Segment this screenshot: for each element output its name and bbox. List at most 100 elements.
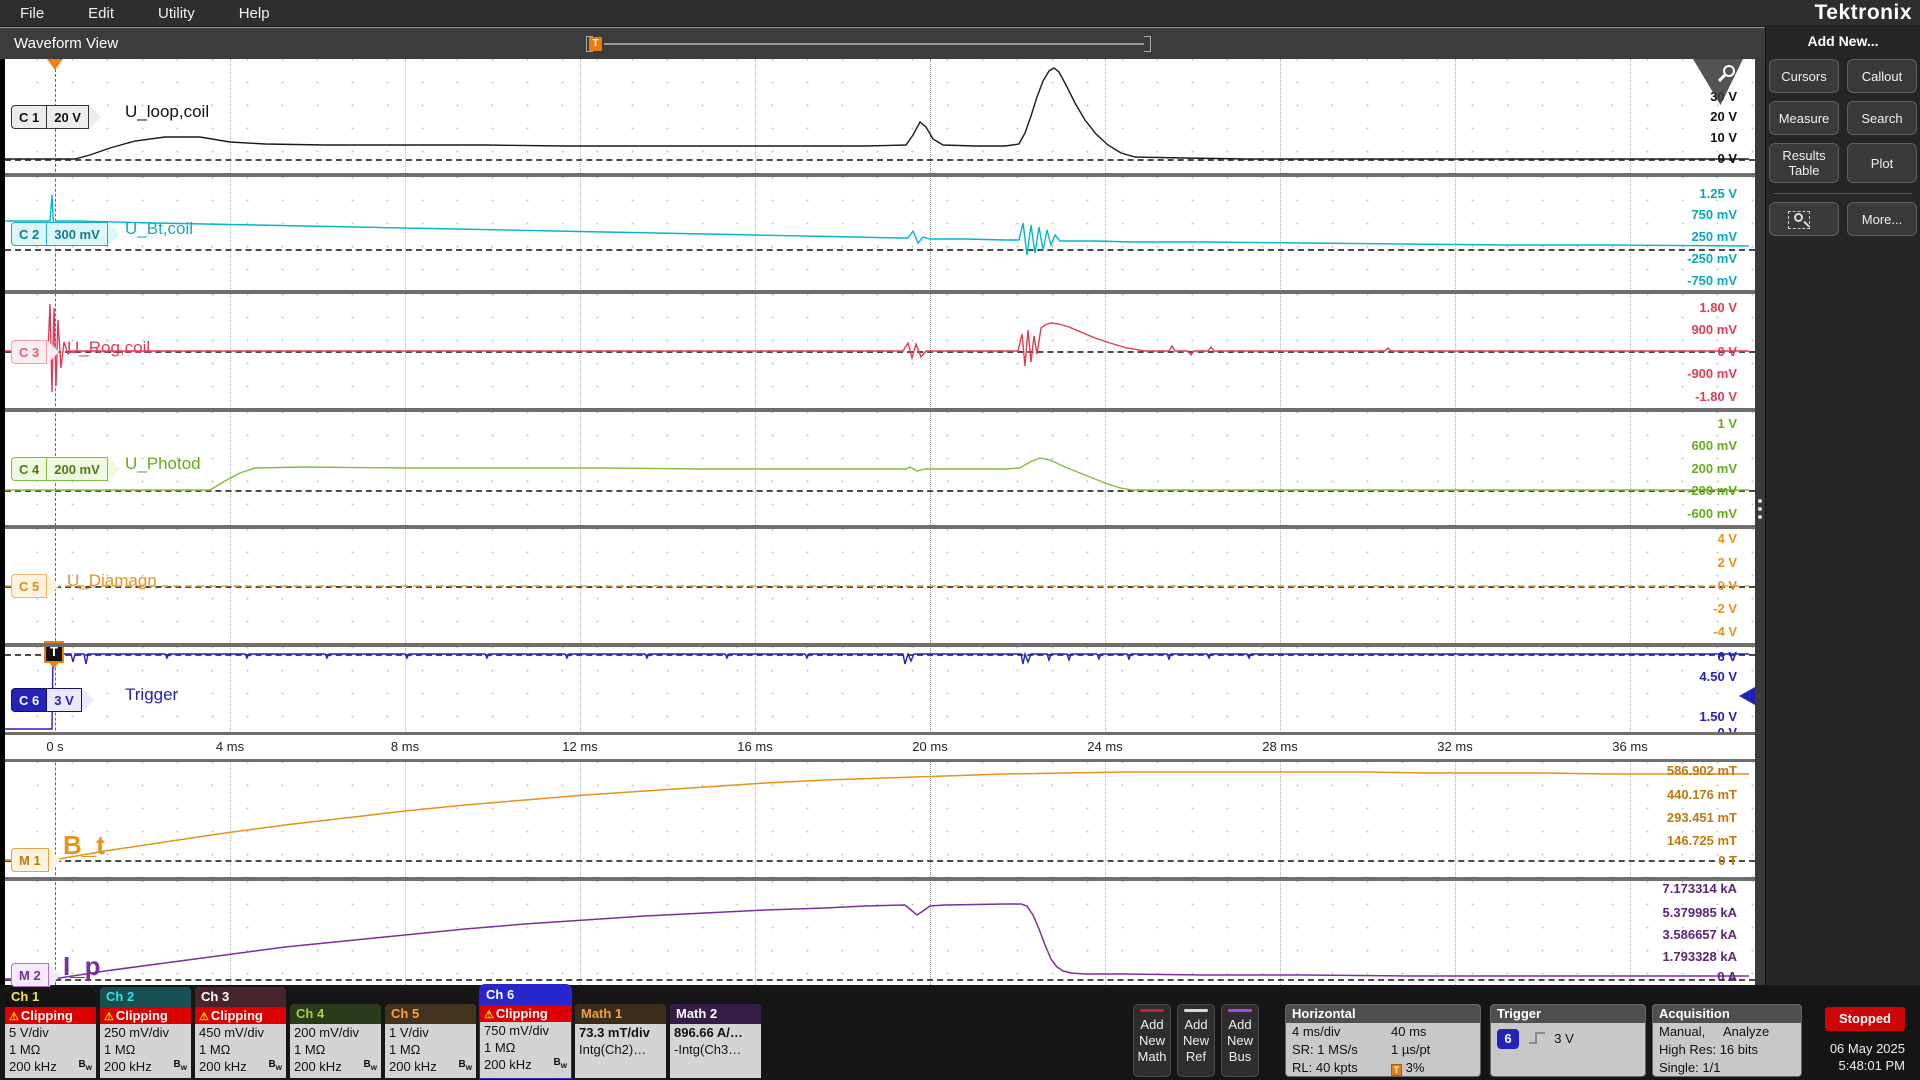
- trigger-flag-icon: T: [1391, 1064, 1402, 1076]
- add-new-math-button[interactable]: Add New Math: [1133, 1004, 1171, 1077]
- menu-file[interactable]: File: [20, 5, 44, 22]
- math1-scale-label: 586.902 mT: [1667, 763, 1737, 778]
- ch1-badge[interactable]: C 1 20 V: [11, 105, 101, 129]
- plot-button[interactable]: Plot: [1847, 143, 1917, 183]
- ch4-trace: [5, 458, 1749, 490]
- math2-label[interactable]: I_p: [63, 951, 101, 982]
- time-tick: 28 ms: [1262, 739, 1297, 754]
- rising-edge-icon: [1527, 1030, 1547, 1046]
- ch6-label[interactable]: Trigger: [125, 685, 178, 705]
- math1-expression: Intg(Ch2)…: [575, 1041, 666, 1058]
- slot-ch4: C 4 200 mV U_Photod 1 V 600 mV 200 mV -2…: [5, 412, 1755, 525]
- math2-scale-label: 1.793328 kA: [1663, 949, 1737, 964]
- math1-badge[interactable]: M 1: [11, 848, 61, 872]
- time-tick: 4 ms: [216, 739, 244, 754]
- stopped-button[interactable]: Stopped: [1825, 1007, 1905, 1031]
- ch3-trace: [5, 304, 1749, 392]
- ch5-settings-badge[interactable]: Ch 5 1 V/div 1 MΩ 200 kHzBw: [385, 1004, 476, 1078]
- math1-trace: [5, 772, 1749, 860]
- time-label: 5:48:01 PM: [1830, 1057, 1905, 1074]
- more-button[interactable]: More...: [1847, 202, 1917, 236]
- ch1-scale-label: 0 V: [1717, 151, 1737, 166]
- slot-divider[interactable]: [5, 877, 1755, 881]
- view-tab-bar: Waveform View T: [0, 27, 1765, 59]
- ch4-settings-badge[interactable]: Ch 4 200 mV/div 1 MΩ 200 kHzBw: [290, 1004, 381, 1078]
- warning-icon: ⚠: [104, 1011, 114, 1023]
- ch6-badge[interactable]: C 6 3 V: [11, 688, 94, 712]
- date-label: 06 May 2025: [1830, 1040, 1905, 1057]
- ch6-settings-badge[interactable]: Ch 6 ⚠Clipping 750 mV/div 1 MΩ 200 kHzBw: [480, 985, 571, 1078]
- cursors-button[interactable]: Cursors: [1769, 59, 1839, 93]
- ch3-bandwidth: 200 kHzBw: [195, 1058, 286, 1075]
- slot-divider[interactable]: [5, 173, 1755, 177]
- record-span-line: [604, 43, 1144, 45]
- ch4-scale-setting: 200 mV/div: [290, 1024, 381, 1041]
- trigger-level-arrow[interactable]: [1739, 687, 1755, 705]
- slot-divider[interactable]: [5, 408, 1755, 412]
- ch1-label[interactable]: U_loop,coil: [125, 102, 209, 122]
- ch1-settings-badge[interactable]: Ch 1 ⚠Clipping 5 V/div 1 MΩ 200 kHzBw: [5, 987, 96, 1078]
- ch3-label[interactable]: U_Rog,coil: [67, 338, 150, 358]
- slot-divider[interactable]: [5, 525, 1755, 529]
- ch2-scale-label: 250 mV: [1691, 229, 1737, 244]
- trigger-panel[interactable]: Trigger 6 3 V: [1490, 1004, 1646, 1077]
- math1-settings-badge[interactable]: Math 1 73.3 mT/div Intg(Ch2)…: [575, 1004, 666, 1078]
- math2-badge[interactable]: M 2: [11, 963, 61, 987]
- time-axis: 0 s 4 ms 8 ms 12 ms 16 ms 20 ms 24 ms 28…: [5, 732, 1755, 762]
- horizontal-panel[interactable]: Horizontal 4 ms/div40 ms SR: 1 MS/s1 µs/…: [1285, 1004, 1481, 1077]
- ch2-settings-badge[interactable]: Ch 2 ⚠Clipping 250 mV/div 1 MΩ 200 kHzBw: [100, 987, 191, 1078]
- right-rail: [1755, 59, 1765, 985]
- add-new-bus-button[interactable]: Add New Bus: [1221, 1004, 1259, 1077]
- warning-icon: ⚠: [9, 1011, 19, 1023]
- callout-button[interactable]: Callout: [1847, 59, 1917, 93]
- ch6-scale-label: 6 V: [1717, 649, 1737, 664]
- ch5-scale-label: -2 V: [1713, 601, 1737, 616]
- ch2-badge[interactable]: C 2 300 mV: [11, 222, 120, 246]
- zoom-select-button[interactable]: [1769, 202, 1839, 236]
- drag-handle[interactable]: [1758, 499, 1762, 523]
- trigger-position-marker[interactable]: [47, 59, 63, 70]
- trigger-position-percent: T 3%: [1391, 1059, 1424, 1077]
- ch6-scale-setting: 750 mV/div: [480, 1022, 571, 1039]
- ch5-label[interactable]: U_Diamagn: [67, 571, 157, 591]
- ch3-settings-badge[interactable]: Ch 3 ⚠Clipping 450 mV/div 1 MΩ 200 kHzBw: [195, 987, 286, 1078]
- warning-icon: ⚠: [199, 1011, 209, 1023]
- menu-utility[interactable]: Utility: [158, 5, 195, 22]
- menu-help[interactable]: Help: [239, 5, 270, 22]
- math2-scale-setting: 896.66 A/…: [670, 1024, 761, 1041]
- ch4-label[interactable]: U_Photod: [125, 454, 201, 474]
- slot-divider[interactable]: [5, 643, 1755, 647]
- search-button[interactable]: Search: [1847, 101, 1917, 135]
- ch3-badge[interactable]: C 3: [11, 340, 59, 364]
- ch3-clipping-banner: ⚠Clipping: [195, 1007, 286, 1024]
- horizontal-title: Horizontal: [1286, 1005, 1480, 1023]
- measure-button[interactable]: Measure: [1769, 101, 1839, 135]
- warning-icon: ⚠: [484, 1009, 494, 1021]
- ch5-badge[interactable]: C 5: [11, 574, 59, 598]
- time-tick: 0 s: [46, 739, 63, 754]
- math1-label[interactable]: B_t: [63, 830, 105, 861]
- ch6-trace: [5, 654, 1749, 729]
- ch1-bandwidth: 200 kHzBw: [5, 1058, 96, 1075]
- slot-math2: M 2 I_p 7.173314 kA 5.379985 kA 3.586657…: [5, 881, 1755, 985]
- ch2-label[interactable]: U_Bt,coil: [125, 219, 193, 239]
- acquisition-panel[interactable]: Acquisition Manual,Analyze High Res: 16 …: [1652, 1004, 1802, 1077]
- magnifier-icon: [1723, 65, 1735, 77]
- slot-ch3: C 3 U_Rog,coil 1.80 V 900 mV 0 V -900 mV…: [5, 294, 1755, 408]
- slot-divider[interactable]: [5, 290, 1755, 294]
- math1-scale-label: 293.451 mT: [1667, 810, 1737, 825]
- ch4-badge[interactable]: C 4 200 mV: [11, 457, 120, 481]
- ch6-scale-label: 1.50 V: [1699, 709, 1737, 724]
- ch6-bandwidth: 200 kHzBw: [480, 1056, 571, 1073]
- math1-scale-label: 0 T: [1718, 853, 1737, 868]
- ch6-scale-label: 4.50 V: [1699, 669, 1737, 684]
- math2-scale-label: 5.379985 kA: [1663, 905, 1737, 920]
- slot-ch6: T C 6 3 V Trigger 6 V 4.50 V 1.50 V 0 V: [5, 647, 1755, 732]
- results-table-button[interactable]: Results Table: [1769, 143, 1839, 183]
- ch2-scale-label: 1.25 V: [1699, 186, 1737, 201]
- menu-edit[interactable]: Edit: [88, 5, 114, 22]
- tab-waveform-view[interactable]: Waveform View: [14, 35, 118, 52]
- add-new-ref-button[interactable]: Add New Ref: [1177, 1004, 1215, 1077]
- math2-settings-badge[interactable]: Math 2 896.66 A/… -Intg(Ch3…: [670, 1004, 761, 1078]
- side-panel: Add New... Cursors Callout Measure Searc…: [1765, 27, 1920, 985]
